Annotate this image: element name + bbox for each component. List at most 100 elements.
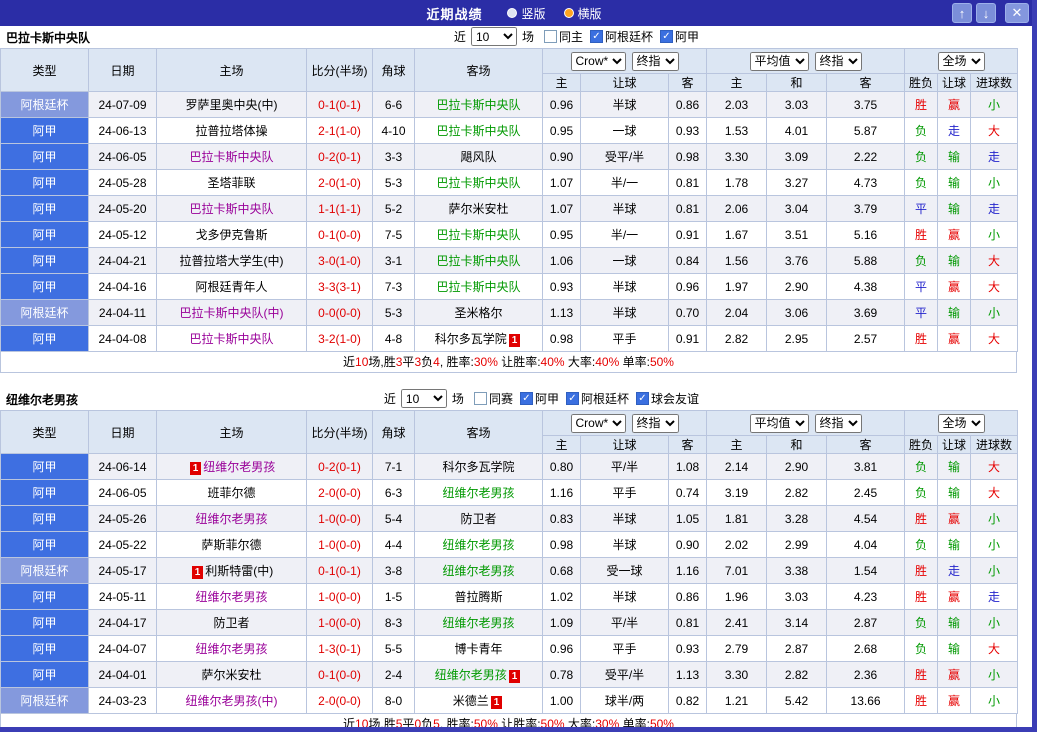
europe-odds-cell: 2.95 (766, 325, 828, 352)
handicap-odds-cell: 0.81 (667, 609, 708, 636)
full-match-select[interactable]: 全场 (937, 413, 985, 433)
final-odds-select[interactable]: 终指 (631, 51, 679, 71)
bookmaker-select[interactable]: Crow* (570, 51, 626, 71)
europe-odds-cell: 5.87 (826, 117, 906, 144)
checkbox-icon[interactable]: ✓ (589, 30, 603, 43)
table-row: 阿甲 24-06-13 拉普拉塔体操 2-1(1-0) 4-10 巴拉卡斯中央队 0.95 一… (0, 117, 1019, 144)
result-cell: 大 (970, 453, 1019, 480)
filter-checkbox[interactable]: ✓ 球会友谊 (635, 390, 699, 407)
home-team-cell: 萨斯菲尔德 (156, 531, 307, 558)
home-team-cell: 拉普拉塔体操 (156, 117, 307, 144)
score-cell: 2-0(0-0) (306, 479, 373, 506)
away-team-cell: 纽维尔老男孩 (414, 609, 543, 636)
checkbox-label: 阿甲 (534, 392, 559, 406)
away-team-cell: 纽维尔老男孩 1 (414, 661, 543, 688)
close-button[interactable]: ✕ (1005, 3, 1029, 23)
team-name-text: 萨尔米安杜 (448, 202, 509, 216)
handicap-odds-cell: 平/半 (580, 453, 669, 480)
handicap-odds-cell: 半球 (580, 505, 669, 532)
final-odds-select[interactable]: 终指 (631, 413, 679, 433)
checkbox-icon[interactable]: ✓ (659, 30, 673, 43)
filter-checkbox[interactable]: 同赛 (473, 390, 513, 407)
score-cell: 2-0(1-0) (306, 169, 373, 196)
home-team-cell: 巴拉卡斯中央队(中) (156, 299, 307, 326)
filter-checkbox[interactable]: ✓ 阿根廷杯 (565, 390, 629, 407)
result-cell: 负 (904, 453, 939, 480)
date-cell: 24-06-14 (88, 453, 157, 480)
layout-radio-vertical[interactable]: 竖版 (507, 5, 546, 22)
competition-type-cell: 阿根廷杯 (0, 687, 89, 714)
result-cell: 负 (904, 479, 939, 506)
handicap-odds-cell: 1.07 (542, 195, 581, 222)
layout-radio-horizontal[interactable]: 横版 (563, 5, 602, 22)
handicap-odds-cell: 平手 (580, 635, 669, 662)
filter-checkbox[interactable]: ✓ 阿根廷杯 (589, 28, 653, 45)
result-cell: 赢 (937, 221, 972, 248)
section-header: 纽维尔老男孩近 10 场同赛 ✓ 阿甲 ✓ 阿根廷杯 ✓ 球会友谊 (0, 388, 1017, 410)
stat-segment: 单率: (619, 355, 650, 369)
home-team-cell: 萨尔米安杜 (156, 661, 307, 688)
result-cell: 赢 (937, 661, 972, 688)
sub-column-header: 主 (542, 73, 581, 92)
scroll-down-button[interactable]: ↓ (976, 3, 996, 23)
score-cell: 1-0(0-0) (306, 505, 373, 532)
home-team-cell: 纽维尔老男孩 (156, 505, 307, 532)
stat-segment: 40% (595, 355, 620, 369)
europe-odds-cell: 1.53 (706, 117, 768, 144)
final-odds-select[interactable]: 终指 (814, 51, 862, 71)
filter-checkbox[interactable]: ✓ 阿甲 (519, 390, 559, 407)
red-card-badge: 1 (508, 334, 521, 347)
home-team-cell: 班菲尔德 (156, 479, 307, 506)
europe-odds-cell: 2.82 (766, 479, 828, 506)
column-header: 日期 (88, 48, 157, 92)
score-cell: 0-1(0-1) (306, 557, 373, 584)
home-team-cell: 防卫者 (156, 609, 307, 636)
table-row: 阿甲 24-04-08 巴拉卡斯中央队 3-2(1-0) 4-8 科尔多瓦学院 1 0.98 平… (0, 325, 1019, 352)
away-team-cell: 巴拉卡斯中央队 (414, 169, 543, 196)
team-name-text: 巴拉卡斯中央队 (436, 280, 521, 294)
column-header: 主场 (156, 410, 307, 454)
recent-count-select[interactable]: 10 (470, 27, 517, 46)
result-cell: 平 (904, 273, 939, 300)
team-name-text: 纽维尔老男孩 (434, 668, 507, 682)
handicap-odds-cell: 平手 (580, 325, 669, 352)
result-cell: 负 (904, 169, 939, 196)
checkbox-icon[interactable]: ✓ (635, 392, 649, 405)
europe-odds-cell: 3.38 (766, 557, 828, 584)
titlebar: 近期战绩 竖版 横版 ↑ ↓ ✕ (0, 0, 1037, 26)
score-cell: 3-2(1-0) (306, 325, 373, 352)
europe-odds-cell: 3.09 (766, 143, 828, 170)
competition-type-cell: 阿甲 (0, 479, 89, 506)
filter-checkbox[interactable]: ✓ 阿甲 (659, 28, 699, 45)
filter-checkbox[interactable]: 同主 (543, 28, 583, 45)
scroll-up-button[interactable]: ↑ (952, 3, 972, 23)
result-cell: 大 (970, 273, 1019, 300)
final-odds-select[interactable]: 终指 (814, 413, 862, 433)
away-team-cell: 巴拉卡斯中央队 (414, 91, 543, 118)
average-odds-select[interactable]: 平均值 (749, 51, 809, 71)
checkbox-icon[interactable] (473, 392, 487, 405)
bookmaker-select[interactable]: Crow* (570, 413, 626, 433)
score-cell: 0-1(0-0) (306, 661, 373, 688)
europe-odds-cell: 3.27 (766, 169, 828, 196)
recent-count-select[interactable]: 10 (400, 389, 447, 408)
full-match-select[interactable]: 全场 (937, 51, 985, 71)
competition-type-cell: 阿甲 (0, 325, 89, 352)
europe-odds-cell: 2.99 (766, 531, 828, 558)
date-cell: 24-05-26 (88, 505, 157, 532)
checkbox-icon[interactable] (543, 30, 557, 43)
average-odds-select[interactable]: 平均值 (749, 413, 809, 433)
team-name-text: 巴拉卡斯中央队 (436, 98, 521, 112)
checkbox-icon[interactable]: ✓ (565, 392, 579, 405)
handicap-odds-cell: 0.80 (542, 453, 581, 480)
checkbox-label: 阿根廷杯 (604, 30, 653, 44)
window-edge-right (1032, 0, 1037, 732)
sub-column-header: 主 (706, 435, 768, 454)
away-team-cell: 纽维尔老男孩 (414, 557, 543, 584)
result-cell: 赢 (937, 687, 972, 714)
checkbox-icon[interactable]: ✓ (519, 392, 533, 405)
competition-type-cell: 阿根廷杯 (0, 299, 89, 326)
sub-column-header: 客 (667, 435, 708, 454)
score-cell: 0-0(0-0) (306, 299, 373, 326)
europe-odds-cell: 2.87 (826, 609, 906, 636)
